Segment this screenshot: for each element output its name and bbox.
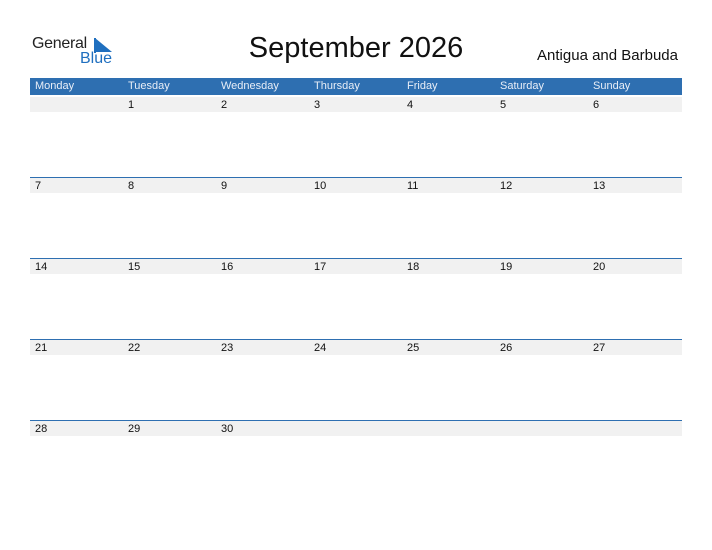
day-number: 21 — [35, 342, 48, 354]
day-number: 19 — [500, 261, 513, 273]
day-cell: 1 — [123, 97, 216, 177]
day-number: 12 — [500, 180, 513, 192]
weekday-wednesday: Wednesday — [221, 80, 279, 92]
day-cell: 20 — [588, 259, 681, 339]
day-cell: 8 — [123, 178, 216, 258]
day-number: 23 — [221, 342, 234, 354]
day-number: 1 — [128, 99, 135, 111]
day-number: 20 — [593, 261, 606, 273]
day-cell: 9 — [216, 178, 309, 258]
day-cell — [30, 97, 123, 177]
day-cell: 30 — [216, 421, 309, 501]
day-number: 10 — [314, 180, 327, 192]
day-cell — [588, 421, 681, 501]
day-cell: 23 — [216, 340, 309, 420]
day-cell: 25 — [402, 340, 495, 420]
day-cell: 5 — [495, 97, 588, 177]
day-number: 8 — [128, 180, 135, 192]
day-number: 28 — [35, 423, 48, 435]
day-number: 30 — [221, 423, 234, 435]
week-row: 1 2 3 4 5 6 — [30, 96, 682, 177]
day-number: 24 — [314, 342, 327, 354]
day-cell: 12 — [495, 178, 588, 258]
day-cell: 11 — [402, 178, 495, 258]
day-number: 7 — [35, 180, 42, 192]
day-cell — [495, 421, 588, 501]
day-cell: 16 — [216, 259, 309, 339]
day-number: 15 — [128, 261, 141, 273]
weekday-thursday: Thursday — [314, 80, 360, 92]
week-row: 28 29 30 — [30, 420, 682, 501]
day-cell: 15 — [123, 259, 216, 339]
week-row: 14 15 16 17 18 19 20 — [30, 258, 682, 339]
day-number: 13 — [593, 180, 606, 192]
country-name: Antigua and Barbuda — [537, 47, 678, 64]
day-cell: 3 — [309, 97, 402, 177]
day-number: 11 — [407, 180, 419, 192]
day-number: 26 — [500, 342, 513, 354]
day-cell: 17 — [309, 259, 402, 339]
day-cell: 27 — [588, 340, 681, 420]
day-number: 4 — [407, 99, 414, 111]
day-cell: 18 — [402, 259, 495, 339]
weekday-sunday: Sunday — [593, 80, 631, 92]
day-number: 22 — [128, 342, 141, 354]
day-number: 3 — [314, 99, 321, 111]
weekday-friday: Friday — [407, 80, 438, 92]
week-row: 21 22 23 24 25 26 27 — [30, 339, 682, 420]
weekday-saturday: Saturday — [500, 80, 545, 92]
weekday-tuesday: Tuesday — [128, 80, 170, 92]
day-cell: 28 — [30, 421, 123, 501]
day-cell: 21 — [30, 340, 123, 420]
day-cell: 10 — [309, 178, 402, 258]
day-number: 27 — [593, 342, 606, 354]
day-cell: 24 — [309, 340, 402, 420]
day-number: 14 — [35, 261, 48, 273]
day-number: 16 — [221, 261, 234, 273]
day-cell: 6 — [588, 97, 681, 177]
day-number: 6 — [593, 99, 600, 111]
day-cell — [309, 421, 402, 501]
day-number: 17 — [314, 261, 327, 273]
day-number: 29 — [128, 423, 141, 435]
day-cell — [402, 421, 495, 501]
day-cell: 14 — [30, 259, 123, 339]
week-row: 7 8 9 10 11 12 13 — [30, 177, 682, 258]
day-cell: 29 — [123, 421, 216, 501]
day-number: 2 — [221, 99, 228, 111]
day-cell: 7 — [30, 178, 123, 258]
day-number: 5 — [500, 99, 507, 111]
day-cell: 13 — [588, 178, 681, 258]
weekday-header: Monday Tuesday Wednesday Thursday Friday… — [30, 78, 682, 95]
day-cell: 22 — [123, 340, 216, 420]
day-cell: 4 — [402, 97, 495, 177]
day-number: 25 — [407, 342, 420, 354]
day-number: 9 — [221, 180, 228, 192]
day-cell: 26 — [495, 340, 588, 420]
day-number: 18 — [407, 261, 420, 273]
day-cell: 19 — [495, 259, 588, 339]
weekday-monday: Monday — [35, 80, 75, 92]
day-cell: 2 — [216, 97, 309, 177]
